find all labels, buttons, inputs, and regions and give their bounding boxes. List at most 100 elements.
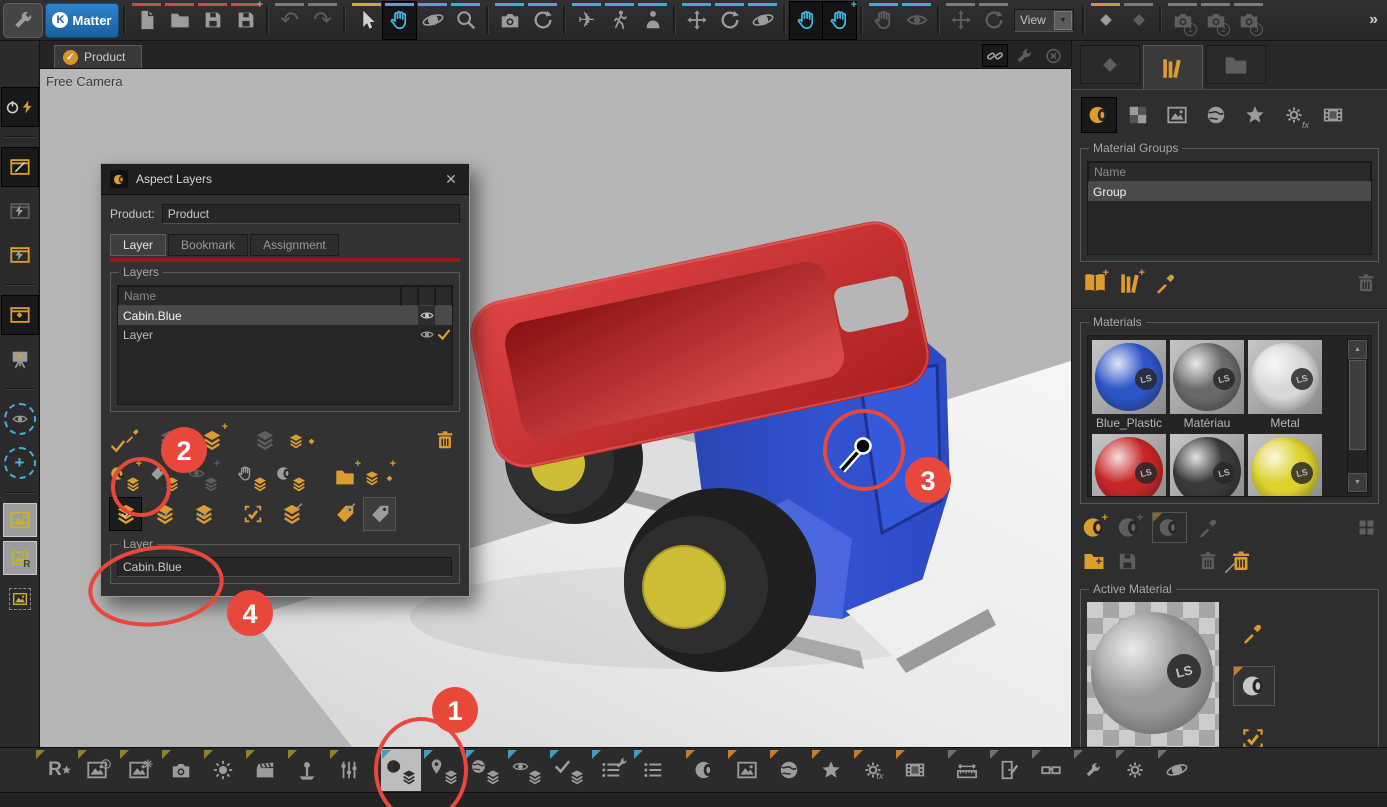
add-group-button[interactable]: + — [329, 461, 360, 493]
thumbnail-view-button[interactable] — [1356, 517, 1377, 538]
apply-layer-stack-button[interactable] — [149, 498, 180, 530]
effects-editor-button[interactable] — [811, 749, 851, 791]
new-material-button[interactable]: + — [1082, 515, 1107, 540]
close-view-button[interactable] — [1041, 45, 1065, 66]
scroll-down-button[interactable]: ▼ — [1348, 473, 1367, 492]
environment-aspects-button[interactable] — [465, 749, 505, 791]
delete-layer-button[interactable] — [429, 424, 460, 456]
group-row[interactable]: Group — [1088, 182, 1371, 201]
camera-preset-3-button[interactable]: 3 — [1232, 2, 1265, 39]
tab-bookmark[interactable]: Bookmark — [168, 234, 248, 256]
aspect-layers-button[interactable] — [381, 749, 421, 791]
new-file-button[interactable] — [130, 2, 163, 39]
camera-editor-button[interactable] — [161, 749, 201, 791]
variant-editor-button[interactable] — [329, 749, 369, 791]
link-views-button[interactable] — [983, 45, 1007, 66]
render-settings-button[interactable]: R — [35, 749, 75, 791]
layer-row-layer[interactable]: Layer — [118, 325, 452, 344]
column-name[interactable]: Name — [118, 286, 401, 306]
dropdown-arrow-icon[interactable]: ▼ — [1054, 11, 1072, 30]
visibility-aspects-button[interactable] — [507, 749, 547, 791]
tab-assignment[interactable]: Assignment — [250, 234, 339, 256]
save-as-button[interactable]: + — [229, 2, 262, 39]
add-material-layer-button[interactable]: + — [110, 461, 141, 493]
pan-tool-button[interactable] — [383, 2, 416, 39]
textures-editor-button[interactable] — [727, 749, 767, 791]
material-editor-button[interactable] — [1152, 512, 1187, 543]
camera-preset-2-button[interactable]: 2 — [1199, 2, 1232, 39]
dialog-close-button[interactable]: ✕ — [442, 171, 460, 188]
tab-layer[interactable]: Layer — [110, 234, 166, 256]
render-region-image-button[interactable] — [2, 580, 38, 618]
orbit-tool-button[interactable] — [416, 2, 449, 39]
settings-button[interactable] — [1115, 749, 1155, 791]
category-textures-button[interactable] — [1121, 98, 1155, 132]
touch-select-button[interactable] — [790, 2, 823, 39]
edit-group-button[interactable] — [1154, 271, 1178, 295]
visibility-eye-icon[interactable] — [420, 325, 434, 344]
material-thumb-metal[interactable]: LS Metal — [1248, 340, 1322, 430]
delete-material-button[interactable] — [1197, 550, 1219, 572]
translate-object-button[interactable] — [680, 2, 713, 39]
truck-front-wheel[interactable] — [624, 488, 816, 672]
create-layer-variant-button[interactable] — [153, 424, 184, 456]
extract-layer-button[interactable] — [286, 424, 317, 456]
pick-material-button[interactable] — [1233, 614, 1273, 652]
category-media-button[interactable] — [1316, 98, 1350, 132]
column-1[interactable] — [401, 286, 418, 306]
add-target-button[interactable]: + — [2, 444, 38, 482]
duplicate-material-button[interactable]: + — [1117, 515, 1142, 540]
redo-button[interactable]: ↷ — [306, 2, 339, 39]
media-editor-button[interactable] — [895, 749, 935, 791]
raytracing-cpu-button[interactable] — [2, 192, 38, 230]
category-images-button[interactable] — [1160, 98, 1194, 132]
orbit-object-button[interactable] — [746, 2, 779, 39]
presentation-button[interactable] — [2, 340, 38, 378]
save-button[interactable] — [196, 2, 229, 39]
walk-mode-button[interactable] — [603, 2, 636, 39]
undo-button[interactable]: ↶ — [273, 2, 306, 39]
scene-check-button[interactable] — [591, 749, 631, 791]
product-field[interactable] — [162, 204, 460, 224]
image-render-button[interactable] — [77, 749, 117, 791]
render-toggle-button[interactable] — [2, 88, 38, 126]
snapshot-button[interactable] — [4, 504, 36, 536]
add-visibility-layer-button[interactable]: + — [188, 461, 219, 493]
fx-editor-button[interactable]: fx — [853, 749, 893, 791]
tab-library-folder[interactable] — [1206, 45, 1266, 84]
next-view-button[interactable] — [1122, 2, 1155, 39]
raytracing-off-button[interactable] — [2, 148, 38, 186]
layer-row-cabin-blue[interactable]: Cabin.Blue — [118, 306, 452, 325]
category-environments-button[interactable] — [1199, 98, 1233, 132]
scene-list-button[interactable] — [633, 749, 673, 791]
tab-library[interactable] — [1143, 45, 1203, 89]
tools-button[interactable] — [1073, 749, 1113, 791]
tag-button[interactable] — [364, 498, 395, 530]
rotate-view-button[interactable] — [977, 2, 1010, 39]
flight-mode-button[interactable]: ✈ — [570, 2, 603, 39]
material-thumb-yellow[interactable]: LS — [1248, 434, 1322, 497]
add-tag-layer-button[interactable]: + — [149, 461, 180, 493]
scrollbar-track[interactable] — [1348, 359, 1367, 473]
dialog-title-bar[interactable]: Aspect Layers ✕ — [101, 164, 469, 195]
rotate-object-button[interactable] — [713, 2, 746, 39]
category-fx-button[interactable]: fx — [1277, 98, 1311, 132]
touch-move-button[interactable]: + — [823, 2, 856, 39]
animation-editor-button[interactable] — [245, 749, 285, 791]
touch-visibility-button[interactable] — [900, 2, 933, 39]
open-file-button[interactable] — [163, 2, 196, 39]
light-editor-button[interactable] — [203, 749, 243, 791]
camera-projection-button[interactable] — [493, 2, 526, 39]
active-material-thumbnail[interactable]: LS Matériau — [1087, 602, 1219, 764]
assign-selection-to-layer-button[interactable] — [237, 461, 268, 493]
view-dropdown[interactable]: View ▼ — [1014, 9, 1074, 32]
move-to-layer-button[interactable] — [249, 424, 280, 456]
render-region-button[interactable] — [2, 296, 38, 334]
materials-editor-button[interactable] — [685, 749, 725, 791]
material-thumb-red[interactable]: LS — [1092, 434, 1166, 497]
tab-product[interactable]: ✓ Product — [54, 45, 142, 68]
import-material-button[interactable]: + — [1082, 549, 1106, 573]
target-camera-button[interactable] — [1157, 749, 1197, 791]
preferences-button[interactable] — [3, 3, 43, 38]
zoom-tool-button[interactable] — [449, 2, 482, 39]
